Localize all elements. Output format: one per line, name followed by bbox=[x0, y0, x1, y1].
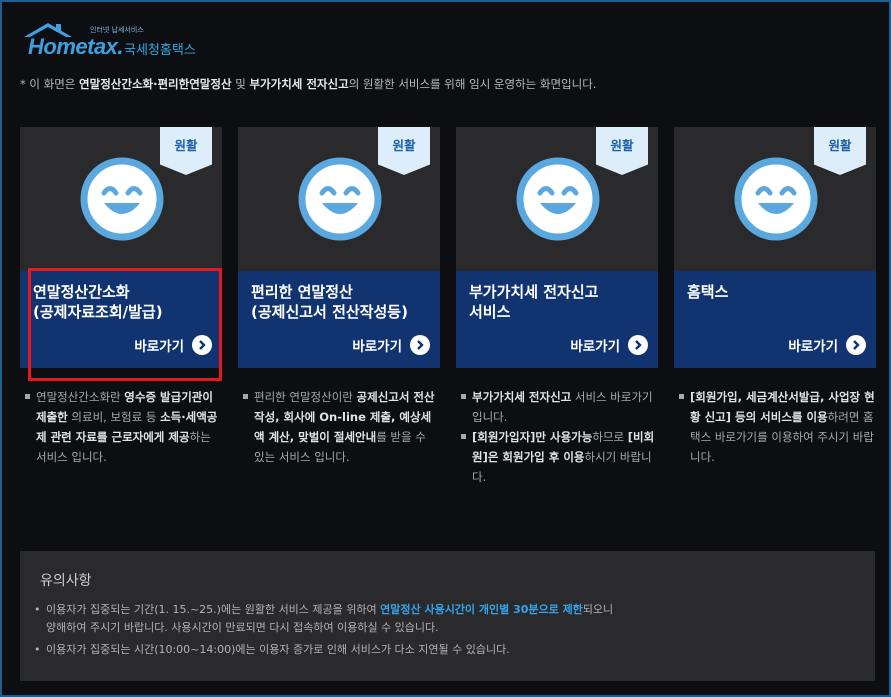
card-title-line1: 홈택스 bbox=[687, 283, 729, 301]
card-title-line2: 서비스 bbox=[469, 303, 511, 321]
card-description: 연말정산간소화란 영수증 발급기관이 제출한 의료비, 보험료 등 소득·세액공… bbox=[22, 387, 222, 467]
desc-text: 하므로 bbox=[592, 430, 628, 444]
notice-suffix: 의 원활한 서비스를 위해 임시 운영하는 화면입니다. bbox=[348, 77, 597, 91]
smiley-icon bbox=[80, 157, 164, 241]
card-convenient-yearend[interactable]: 원활 편리한 연말정산 (공제신고서 전산작성등) 바로가기 bbox=[238, 127, 440, 368]
caution-text: 되오니 bbox=[582, 603, 614, 616]
notice-mid: 및 bbox=[231, 77, 250, 91]
card-title-line1: 부가가치세 전자신고 bbox=[469, 283, 599, 301]
logo-brand: Hometax. bbox=[28, 34, 124, 59]
desc-bold: [회원가입자]만 사용가능 bbox=[472, 430, 593, 444]
notice-bold-2: 부가가치세 전자신고 bbox=[249, 77, 349, 91]
highlight-box bbox=[28, 268, 222, 381]
go-button[interactable]: 바로가기 bbox=[788, 334, 866, 356]
smiley-icon bbox=[734, 157, 818, 241]
go-button-label: 바로가기 bbox=[352, 339, 402, 355]
go-button[interactable]: 바로가기 bbox=[352, 334, 430, 356]
desc-bold: 부가가치세 전자신고 bbox=[472, 390, 572, 404]
smiley-icon bbox=[298, 157, 382, 241]
go-button[interactable]: 바로가기 bbox=[570, 334, 648, 356]
caution-highlight: 연말정산 사용시간이 개인별 30분으로 제한 bbox=[380, 603, 583, 616]
go-button-label: 바로가기 bbox=[788, 339, 838, 355]
card-title: 편리한 연말정산 (공제신고서 전산작성등) bbox=[251, 282, 436, 322]
chevron-right-icon bbox=[628, 335, 648, 355]
card-description: [회원가입, 세금계산서발급, 사업장 현황 신고] 등의 서비스를 이용하려면… bbox=[676, 387, 876, 467]
description-item: 부가가치세 전자신고 서비스 바로가기 입니다. bbox=[458, 387, 658, 427]
caution-text: 이용자가 집중되는 시간(10:00~14:00)에는 이용자 증가로 인해 서… bbox=[46, 643, 510, 656]
description-item: 편리한 연말정산이란 공제신고서 전산작성, 회사에 On-line 제출, 예… bbox=[240, 387, 440, 467]
card-title: 부가가치세 전자신고 서비스 bbox=[469, 282, 654, 322]
caution-text: 양해하여 주시기 바랍니다. 사용시간이 만료되면 다시 접속하여 이용하실 수… bbox=[46, 621, 439, 634]
desc-text: 편리한 연말정산이란 bbox=[254, 390, 357, 404]
page-frame: 인터넷 납세서비스 Hometax. 국세청홈택스 * 이 화면은 연말정산간소… bbox=[0, 0, 891, 697]
description-item: 연말정산간소화란 영수증 발급기관이 제출한 의료비, 보험료 등 소득·세액공… bbox=[22, 387, 222, 467]
desc-text: 의료비, 보험료 등 bbox=[67, 410, 161, 424]
desc-text: 연말정산간소화란 bbox=[36, 390, 125, 404]
card-title-line1: 편리한 연말정산 bbox=[251, 283, 353, 301]
card-vat-e-filing[interactable]: 원활 부가가치세 전자신고 서비스 바로가기 bbox=[456, 127, 658, 368]
card-description: 부가가치세 전자신고 서비스 바로가기 입니다. [회원가입자]만 사용가능하므… bbox=[458, 387, 658, 487]
logo-org-name: 국세청홈택스 bbox=[124, 43, 196, 58]
description-item: [회원가입, 세금계산서발급, 사업장 현황 신고] 등의 서비스를 이용하려면… bbox=[676, 387, 876, 467]
hometax-logo[interactable]: 인터넷 납세서비스 Hometax. 국세청홈택스 bbox=[18, 18, 218, 62]
caution-text: 이용자가 집중되는 기간(1. 15.~25.)에는 원활한 서비스 제공을 위… bbox=[46, 603, 381, 616]
notice-bold-1: 연말정산간소화·편리한연말정산 bbox=[79, 77, 232, 91]
card-title: 홈택스 bbox=[687, 282, 872, 302]
description-item: [회원가입자]만 사용가능하므로 [비회원]은 회원가입 후 이용하시기 바랍니… bbox=[458, 427, 658, 487]
smiley-icon bbox=[516, 157, 600, 241]
caution-panel: 유의사항 • 이용자가 집중되는 기간(1. 15.~25.)에는 원활한 서비스… bbox=[20, 551, 875, 681]
caution-line-1: • 이용자가 집중되는 기간(1. 15.~25.)에는 원활한 서비스 제공을 … bbox=[34, 603, 614, 634]
notice-prefix: * 이 화면은 bbox=[20, 77, 80, 91]
chevron-right-icon bbox=[410, 335, 430, 355]
caution-title: 유의사항 bbox=[40, 573, 92, 589]
chevron-right-icon bbox=[846, 335, 866, 355]
go-button-label: 바로가기 bbox=[570, 339, 620, 355]
card-hometax[interactable]: 원활 홈택스 바로가기 bbox=[674, 127, 876, 368]
notice-text: * 이 화면은 연말정산간소화·편리한연말정산 및 부가가치세 전자신고의 원활… bbox=[20, 76, 596, 92]
caution-line-2: • 이용자가 집중되는 시간(10:00~14:00)에는 이용자 증가로 인해 … bbox=[34, 643, 510, 656]
card-title-line2: (공제신고서 전산작성등) bbox=[251, 303, 408, 321]
card-description: 편리한 연말정산이란 공제신고서 전산작성, 회사에 On-line 제출, 예… bbox=[240, 387, 440, 467]
